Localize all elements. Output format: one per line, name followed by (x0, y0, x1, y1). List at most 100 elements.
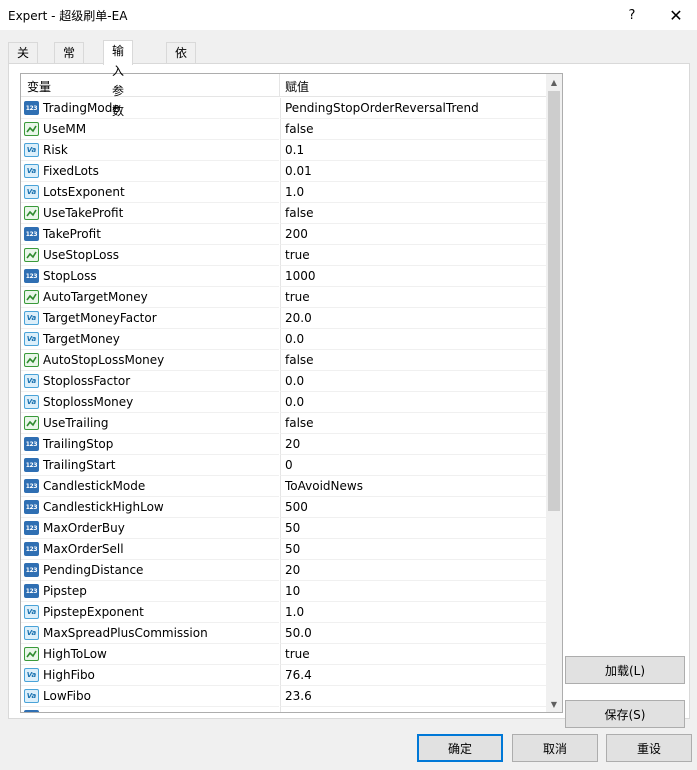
variable-cell[interactable]: Va StoplossFactor (21, 371, 279, 392)
reset-button[interactable]: 重设 (606, 734, 692, 762)
table-row[interactable]: Va StoplossMoney 0.0 (21, 392, 546, 413)
value-cell[interactable]: 1000 (280, 266, 546, 287)
variable-cell[interactable]: Va LowFibo (21, 686, 279, 707)
scroll-up-arrow-icon[interactable]: ▲ (546, 74, 562, 90)
value-cell[interactable]: false (280, 119, 546, 140)
value-cell[interactable]: 50.0 (280, 623, 546, 644)
table-row[interactable]: UseTrailing false (21, 413, 546, 434)
table-row[interactable]: 123 TrailingStop 20 (21, 434, 546, 455)
column-divider[interactable] (279, 74, 280, 97)
help-button[interactable]: ? (612, 0, 652, 30)
variable-cell[interactable]: Va TargetMoneyFactor (21, 308, 279, 329)
load-button[interactable]: 加载(L) (565, 656, 685, 684)
variable-cell[interactable]: 123 CandlestickMode (21, 476, 279, 497)
variable-cell[interactable]: UseTrailing (21, 413, 279, 434)
cancel-button[interactable]: 取消 (512, 734, 598, 762)
value-cell[interactable]: true (280, 245, 546, 266)
variable-cell[interactable]: 123 TakeProfit (21, 224, 279, 245)
variable-cell[interactable]: 123 StartBar (21, 707, 279, 712)
vertical-scrollbar[interactable]: ▲ ▼ (546, 74, 562, 712)
variable-cell[interactable]: Va MaxSpreadPlusCommission (21, 623, 279, 644)
tab-common[interactable]: 常用 (54, 42, 85, 80)
value-cell[interactable]: 0.01 (280, 161, 546, 182)
value-cell[interactable]: 0.0 (280, 329, 546, 350)
table-row[interactable]: 123 PendingDistance 20 (21, 560, 546, 581)
table-row[interactable]: 123 CandlestickHighLow 500 (21, 497, 546, 518)
value-cell[interactable]: 0.0 (280, 371, 546, 392)
value-cell[interactable]: PendingStopOrderReversalTrend (280, 98, 546, 119)
value-cell[interactable]: 1 (280, 707, 546, 712)
table-row[interactable]: Va PipstepExponent 1.0 (21, 602, 546, 623)
parameters-list[interactable]: 变量 赋值 123 TradingMode PendingStopOrderReve… (20, 73, 563, 713)
tab-dependencies[interactable]: 依存关系 (166, 42, 197, 120)
table-row[interactable]: UseTakeProfit false (21, 203, 546, 224)
table-row[interactable]: Va StoplossFactor 0.0 (21, 371, 546, 392)
variable-cell[interactable]: 123 CandlestickHighLow (21, 497, 279, 518)
variable-cell[interactable]: UseMM (21, 119, 279, 140)
value-cell[interactable]: false (280, 203, 546, 224)
variable-cell[interactable]: Va LotsExponent (21, 182, 279, 203)
variable-cell[interactable]: Va FixedLots (21, 161, 279, 182)
variable-cell[interactable]: UseStopLoss (21, 245, 279, 266)
variable-cell[interactable]: Va Risk (21, 140, 279, 161)
table-row[interactable]: 123 Pipstep 10 (21, 581, 546, 602)
variable-cell[interactable]: 123 TrailingStart (21, 455, 279, 476)
value-cell[interactable]: 76.4 (280, 665, 546, 686)
table-row[interactable]: UseStopLoss true (21, 245, 546, 266)
variable-cell[interactable]: AutoStopLossMoney (21, 350, 279, 371)
value-cell[interactable]: true (280, 644, 546, 665)
table-row[interactable]: HighToLow true (21, 644, 546, 665)
value-cell[interactable]: 1.0 (280, 182, 546, 203)
variable-cell[interactable]: HighToLow (21, 644, 279, 665)
table-row[interactable]: 123 CandlestickMode ToAvoidNews (21, 476, 546, 497)
value-cell[interactable]: 20 (280, 434, 546, 455)
variable-cell[interactable]: 123 TradingMode (21, 98, 279, 119)
value-cell[interactable]: false (280, 413, 546, 434)
variable-cell[interactable]: Va PipstepExponent (21, 602, 279, 623)
variable-cell[interactable]: Va StoplossMoney (21, 392, 279, 413)
tab-inputs[interactable]: 输入参数 (103, 40, 134, 118)
value-cell[interactable]: 23.6 (280, 686, 546, 707)
variable-cell[interactable]: AutoTargetMoney (21, 287, 279, 308)
variable-cell[interactable]: Va HighFibo (21, 665, 279, 686)
variable-cell[interactable]: 123 TrailingStop (21, 434, 279, 455)
close-button[interactable]: ✕ (656, 0, 696, 30)
table-row[interactable]: 123 StartBar 1 (21, 707, 546, 712)
tab-about[interactable]: 关于 (8, 42, 39, 80)
variable-cell[interactable]: 123 PendingDistance (21, 560, 279, 581)
variable-cell[interactable]: 123 StopLoss (21, 266, 279, 287)
column-header-value[interactable]: 赋值 (285, 78, 309, 95)
value-cell[interactable]: 20.0 (280, 308, 546, 329)
value-cell[interactable]: 0 (280, 455, 546, 476)
value-cell[interactable]: 0.1 (280, 140, 546, 161)
table-row[interactable]: Va Risk 0.1 (21, 140, 546, 161)
table-row[interactable]: 123 TradingMode PendingStopOrderReversalTr… (21, 98, 546, 119)
table-row[interactable]: Va LotsExponent 1.0 (21, 182, 546, 203)
value-cell[interactable]: 50 (280, 518, 546, 539)
save-button[interactable]: 保存(S) (565, 700, 685, 728)
value-cell[interactable]: 50 (280, 539, 546, 560)
table-row[interactable]: Va TargetMoney 0.0 (21, 329, 546, 350)
value-cell[interactable]: false (280, 350, 546, 371)
table-row[interactable]: 123 StopLoss 1000 (21, 266, 546, 287)
variable-cell[interactable]: UseTakeProfit (21, 203, 279, 224)
table-row[interactable]: 123 MaxOrderBuy 50 (21, 518, 546, 539)
table-row[interactable]: Va LowFibo 23.6 (21, 686, 546, 707)
value-cell[interactable]: 1.0 (280, 602, 546, 623)
scrollbar-thumb[interactable] (548, 91, 560, 511)
table-row[interactable]: AutoStopLossMoney false (21, 350, 546, 371)
table-row[interactable]: 123 MaxOrderSell 50 (21, 539, 546, 560)
column-header-variable[interactable]: 变量 (27, 78, 51, 95)
value-cell[interactable]: true (280, 287, 546, 308)
scroll-down-arrow-icon[interactable]: ▼ (546, 696, 562, 712)
table-row[interactable]: Va MaxSpreadPlusCommission 50.0 (21, 623, 546, 644)
value-cell[interactable]: ToAvoidNews (280, 476, 546, 497)
value-cell[interactable]: 10 (280, 581, 546, 602)
table-row[interactable]: Va TargetMoneyFactor 20.0 (21, 308, 546, 329)
variable-cell[interactable]: 123 Pipstep (21, 581, 279, 602)
table-row[interactable]: Va HighFibo 76.4 (21, 665, 546, 686)
table-row[interactable]: Va FixedLots 0.01 (21, 161, 546, 182)
value-cell[interactable]: 500 (280, 497, 546, 518)
value-cell[interactable]: 0.0 (280, 392, 546, 413)
value-cell[interactable]: 20 (280, 560, 546, 581)
